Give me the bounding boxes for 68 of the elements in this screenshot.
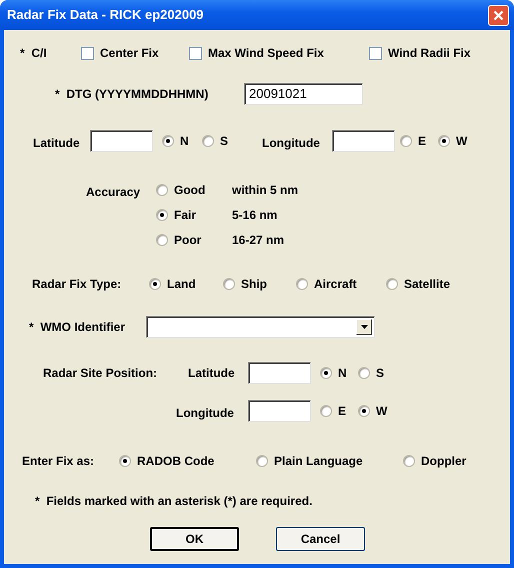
radio-button[interactable] — [386, 278, 398, 290]
window-title: Radar Fix Data - RICK ep202009 — [7, 6, 204, 24]
radio-label: Doppler — [421, 453, 466, 470]
text-field[interactable] — [332, 130, 395, 152]
radio-button[interactable] — [162, 135, 174, 147]
checkbox[interactable] — [369, 46, 382, 60]
checkbox[interactable] — [81, 46, 94, 60]
radio-button[interactable] — [156, 209, 168, 221]
radio-label: Plain Language — [274, 453, 363, 470]
field-label: Radar Fix Type: — [32, 276, 122, 293]
checkbox-label: Wind Radii Fix — [388, 45, 471, 62]
radio-button[interactable] — [256, 455, 268, 467]
range-text: 5-16 nm — [232, 207, 278, 224]
dialog-button[interactable]: Cancel — [276, 527, 365, 551]
checkbox-label: Max Wind Speed Fix — [208, 45, 324, 62]
required-note: * Fields marked with an asterisk (*) are required. — [35, 493, 312, 510]
radio-label: S — [376, 365, 384, 382]
radio-button[interactable] — [296, 278, 308, 290]
field-label: Accuracy — [86, 184, 142, 201]
field-label: Latitude — [188, 365, 236, 382]
radio-button[interactable] — [320, 405, 332, 417]
radio-button[interactable] — [149, 278, 161, 290]
radio-label: E — [338, 403, 346, 420]
dialog-button[interactable]: OK — [150, 527, 239, 551]
field-label: Latitude — [33, 135, 81, 152]
radio-button[interactable] — [119, 455, 131, 467]
radio-label: W — [456, 133, 468, 150]
radio-button[interactable] — [156, 234, 168, 246]
text-field[interactable]: 20091021 — [244, 83, 363, 105]
radio-button[interactable] — [202, 135, 214, 147]
radio-button[interactable] — [156, 184, 168, 196]
radio-label: Aircraft — [314, 276, 357, 293]
field-label: Radar Site Position: — [43, 365, 158, 382]
radio-label: N — [180, 133, 189, 150]
close-icon — [493, 10, 504, 20]
radio-label: Satellite — [404, 276, 450, 293]
radio-label: E — [418, 133, 426, 150]
radio-button[interactable] — [358, 367, 370, 379]
radio-button[interactable] — [403, 455, 415, 467]
range-text: within 5 nm — [232, 182, 298, 199]
radio-label: Ship — [241, 276, 267, 293]
radio-button[interactable] — [400, 135, 412, 147]
field-label: * WMO Identifier — [29, 319, 126, 336]
radio-label: Fair — [174, 207, 196, 224]
text-field[interactable] — [248, 362, 311, 384]
radio-label: Poor — [174, 232, 202, 249]
radio-label: S — [220, 133, 228, 150]
radio-button[interactable] — [223, 278, 235, 290]
radio-label: Good — [174, 182, 206, 199]
dropdown[interactable] — [146, 316, 375, 338]
radio-label: N — [338, 365, 347, 382]
text-field[interactable] — [90, 130, 153, 152]
radio-label: W — [376, 403, 388, 420]
range-text: 16-27 nm — [232, 232, 284, 249]
field-label: Longitude — [176, 405, 235, 422]
close-button[interactable] — [488, 4, 509, 26]
field-label: * DTG (YYYYMMDDHHMN) — [55, 86, 210, 103]
radio-label: RADOB Code — [137, 453, 214, 470]
field-label: Enter Fix as: — [22, 453, 96, 470]
radio-button[interactable] — [438, 135, 450, 147]
field-label: Longitude — [262, 135, 321, 152]
radio-button[interactable] — [358, 405, 370, 417]
radio-label: Land — [167, 276, 196, 293]
checkbox[interactable] — [189, 46, 202, 60]
checkbox-label: Center Fix — [100, 45, 159, 62]
field-label: * C/I — [20, 45, 48, 62]
text-field[interactable] — [248, 400, 311, 422]
radio-button[interactable] — [320, 367, 332, 379]
